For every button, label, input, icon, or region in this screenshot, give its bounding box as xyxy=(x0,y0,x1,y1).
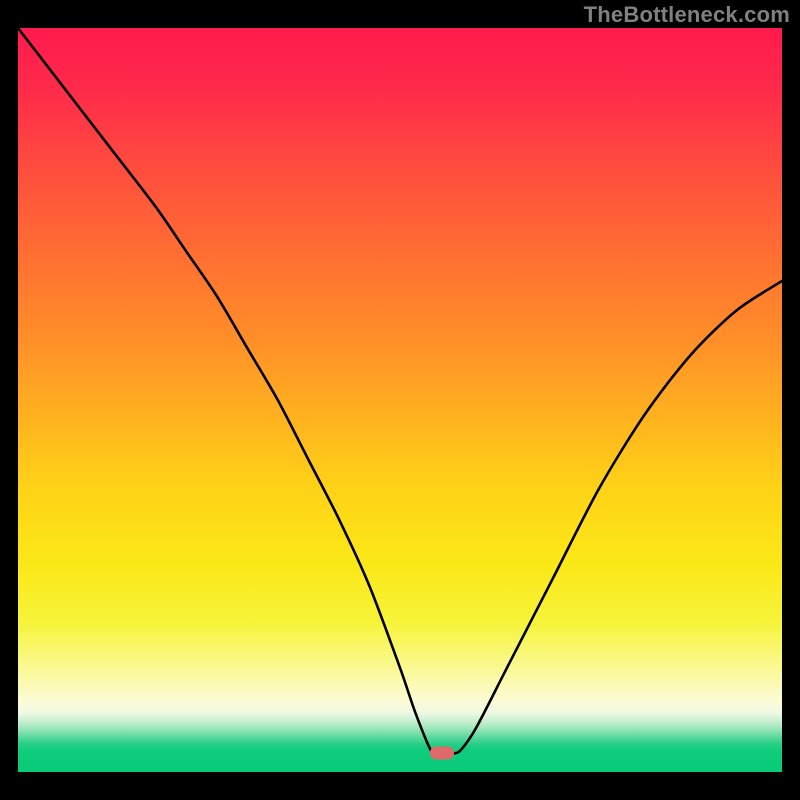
curve-layer xyxy=(18,28,782,772)
optimum-marker xyxy=(430,747,454,760)
plot-area xyxy=(18,28,782,772)
bottleneck-curve xyxy=(18,28,782,754)
chart-frame: TheBottleneck.com xyxy=(0,0,800,800)
watermark-text: TheBottleneck.com xyxy=(584,2,790,28)
